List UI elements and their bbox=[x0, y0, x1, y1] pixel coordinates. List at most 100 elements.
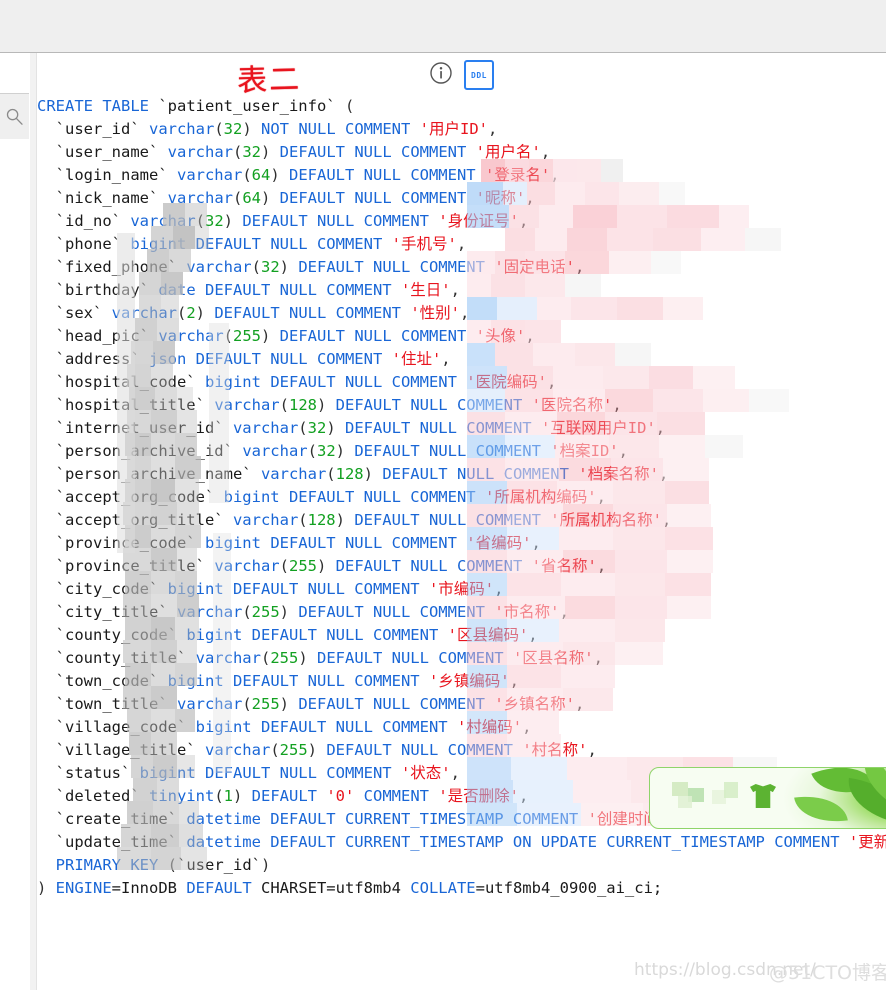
code-token: `hospital_title` bbox=[37, 396, 215, 414]
code-token: NOT NULL COMMENT bbox=[251, 120, 420, 138]
code-token: DEFAULT NULL COMMENT bbox=[326, 557, 532, 575]
code-token: , bbox=[559, 603, 569, 621]
code-token: DEFAULT NULL COMMENT bbox=[344, 511, 551, 529]
code-token: varchar bbox=[176, 166, 243, 184]
code-token: CREATE TABLE bbox=[37, 97, 159, 115]
left-side-rail bbox=[0, 53, 30, 990]
code-token: , bbox=[540, 143, 551, 161]
code-line: `nick_name` varchar(64) DEFAULT NULL COM… bbox=[37, 187, 886, 210]
code-token: varchar bbox=[148, 120, 215, 138]
code-token: ) bbox=[195, 304, 206, 322]
code-token: `phone` bbox=[37, 235, 131, 253]
code-line: `hospital_code` bigint DEFAULT NULL COMM… bbox=[37, 371, 886, 394]
code-token: ) bbox=[298, 649, 308, 667]
code-token: 255 bbox=[251, 603, 280, 621]
code-token: '医院编码' bbox=[466, 373, 547, 391]
code-token: `town_code` bbox=[37, 672, 168, 690]
panel-divider[interactable] bbox=[30, 53, 37, 990]
code-token: '手机号' bbox=[391, 235, 457, 253]
code-token: DEFAULT NULL COMMENT bbox=[233, 212, 439, 230]
code-token: varchar bbox=[167, 189, 233, 207]
code-token: bigint bbox=[167, 672, 224, 690]
code-line: `person_archive_id` varchar(32) DEFAULT … bbox=[37, 440, 886, 463]
shirt-icon bbox=[750, 784, 776, 808]
ddl-editor-pane[interactable]: 表二 DDL CREATE TABLE `patient_user_info` … bbox=[37, 53, 886, 990]
info-circle-icon[interactable] bbox=[428, 60, 454, 86]
code-token: '固定电话' bbox=[494, 258, 575, 276]
code-line: `accept_org_title` varchar(128) DEFAULT … bbox=[37, 509, 886, 532]
code-token: 32 bbox=[316, 442, 336, 460]
code-line: `county_code` bigint DEFAULT NULL COMMEN… bbox=[37, 624, 886, 647]
code-token: varchar bbox=[204, 741, 271, 759]
code-token: varchar bbox=[195, 649, 261, 667]
code-token: `city_code` bbox=[37, 580, 168, 598]
code-line: `city_code` bigint DEFAULT NULL COMMENT … bbox=[37, 578, 886, 601]
code-token: , bbox=[519, 787, 529, 805]
code-token: =InnoDB bbox=[111, 879, 187, 897]
code-token: , bbox=[509, 672, 519, 690]
code-token: '0' bbox=[326, 787, 355, 805]
code-token: `id_no` bbox=[37, 212, 131, 230]
code-token: ( bbox=[195, 212, 205, 230]
code-token: 64 bbox=[242, 189, 261, 207]
code-token: `province_code` bbox=[37, 534, 205, 552]
ddl-toolbar: 表二 DDL bbox=[37, 53, 886, 99]
code-token: `hospital_code` bbox=[37, 373, 205, 391]
code-token: `accept_org_title` bbox=[37, 511, 233, 529]
code-token: ( bbox=[242, 695, 252, 713]
code-token: `login_name` bbox=[37, 166, 177, 184]
code-token: ) bbox=[261, 856, 271, 874]
code-token: '所属机构编码' bbox=[484, 488, 597, 506]
code-token: '村名称' bbox=[522, 741, 588, 759]
code-token: DEFAULT NULL COMMENT bbox=[195, 764, 401, 782]
code-line: `person_archive_name` varchar(128) DEFAU… bbox=[37, 463, 886, 486]
code-token: , bbox=[519, 212, 529, 230]
ddl-badge-label: DDL bbox=[471, 70, 487, 80]
code-token: , bbox=[574, 258, 585, 276]
rail-panel-bottom[interactable] bbox=[0, 140, 29, 180]
ddl-tab-button[interactable]: DDL bbox=[464, 60, 494, 90]
code-token: `create_time` bbox=[37, 810, 187, 828]
code-line: `address` json DEFAULT NULL COMMENT '住址'… bbox=[37, 348, 886, 371]
code-token: `village_code` bbox=[37, 718, 196, 736]
rail-panel-top[interactable] bbox=[0, 53, 29, 94]
code-token: ( bbox=[214, 120, 224, 138]
code-token: ) bbox=[335, 442, 345, 460]
code-line: `login_name` varchar(64) DEFAULT NULL CO… bbox=[37, 164, 886, 187]
code-token: 2 bbox=[186, 304, 196, 322]
code-token: ) bbox=[279, 603, 289, 621]
code-token: '用户ID' bbox=[419, 120, 488, 138]
code-token: ( bbox=[242, 166, 252, 184]
code-token: '更新时间' bbox=[848, 833, 886, 851]
code-token: 128 bbox=[288, 396, 317, 414]
code-token: ( bbox=[270, 741, 280, 759]
leaf-banner-overlay bbox=[649, 767, 886, 829]
code-token: DEFAULT NULL COMMENT bbox=[223, 672, 429, 690]
code-token: `county_code` bbox=[37, 626, 187, 644]
search-icon[interactable] bbox=[0, 94, 29, 139]
code-token: , bbox=[574, 695, 585, 713]
code-line: `phone` bigint DEFAULT NULL COMMENT '手机号… bbox=[37, 233, 886, 256]
code-token: `town_title` bbox=[37, 695, 177, 713]
code-token: ( bbox=[251, 258, 261, 276]
code-token: 1 bbox=[223, 787, 233, 805]
code-token: ) bbox=[242, 120, 252, 138]
code-token: varchar bbox=[214, 396, 280, 414]
code-line: PRIMARY KEY (`user_id`) bbox=[37, 854, 886, 877]
code-token: , bbox=[441, 350, 451, 368]
code-token: tinyint bbox=[148, 787, 215, 805]
code-line: `province_title` varchar(255) DEFAULT NU… bbox=[37, 555, 886, 578]
code-token: DEFAULT NULL COMMENT bbox=[260, 534, 467, 552]
code-token: varchar bbox=[186, 258, 252, 276]
code-token: '省编码' bbox=[466, 534, 532, 552]
code-line: `town_title` varchar(255) DEFAULT NULL C… bbox=[37, 693, 886, 716]
code-token: DEFAULT NULL COMMENT bbox=[335, 419, 541, 437]
code-token: ) bbox=[261, 189, 271, 207]
code-line: `sex` varchar(2) DEFAULT NULL COMMENT '性… bbox=[37, 302, 886, 325]
code-token: DEFAULT NULL COMMENT bbox=[326, 396, 532, 414]
code-token: , bbox=[525, 327, 535, 345]
code-token: , bbox=[661, 511, 672, 529]
code-token: ( bbox=[298, 511, 308, 529]
code-token: '住址' bbox=[391, 350, 442, 368]
code-token: '用户名' bbox=[475, 143, 541, 161]
